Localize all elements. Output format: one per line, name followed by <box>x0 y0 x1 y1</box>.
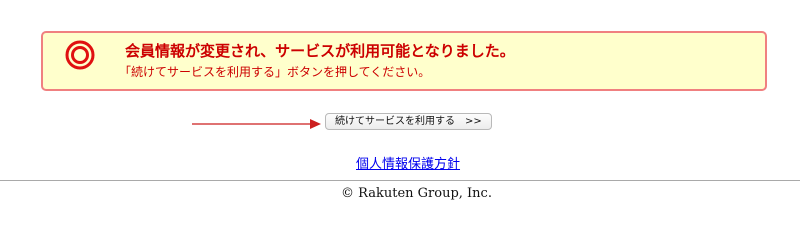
circle-ok-icon <box>65 40 95 70</box>
page: 会員情報が変更され、サービスが利用可能となりました。 「続けてサービスを利用する… <box>0 0 800 248</box>
copyright-text: © Rakuten Group, Inc. <box>341 186 492 201</box>
right-arrow-icon <box>192 116 322 130</box>
privacy-policy-link[interactable]: 個人情報保護方針 <box>356 157 460 173</box>
notice-title: 会員情報が変更され、サービスが利用可能となりました。 <box>125 42 515 60</box>
success-notice: 会員情報が変更され、サービスが利用可能となりました。 「続けてサービスを利用する… <box>41 31 767 91</box>
continue-service-button[interactable]: 続けてサービスを利用する >> <box>325 113 492 130</box>
footer-divider <box>0 180 800 181</box>
notice-message: 「続けてサービスを利用する」ボタンを押してください。 <box>119 65 431 79</box>
